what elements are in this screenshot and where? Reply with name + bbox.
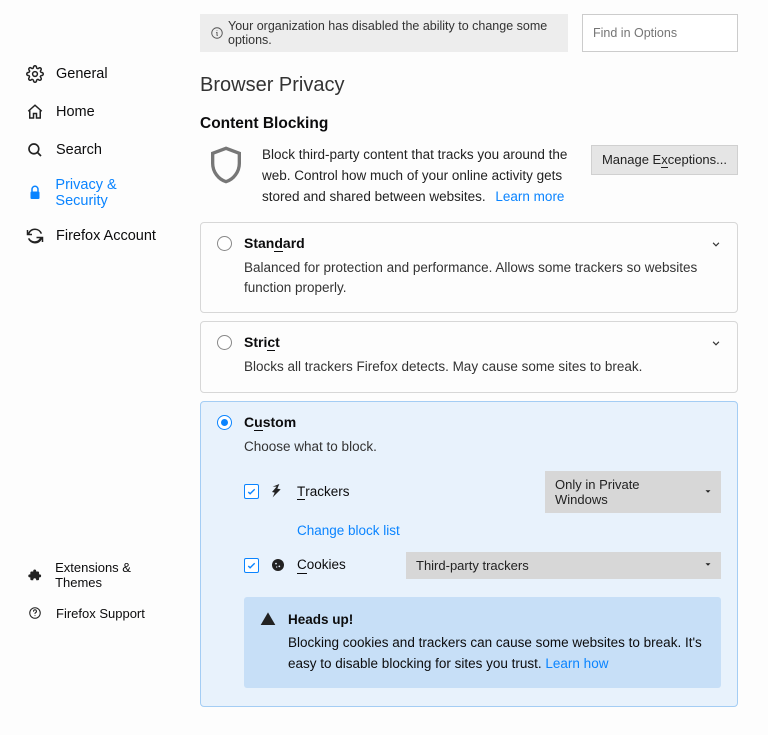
sidebar-footer: Extensions & Themes Firefox Support — [6, 554, 186, 630]
chevron-down-icon — [703, 484, 713, 499]
option-desc: Blocks all trackers Firefox detects. May… — [244, 357, 721, 377]
option-title: Strict — [244, 334, 280, 351]
learn-more-link[interactable]: Learn more — [495, 189, 564, 204]
sidebar-item-general[interactable]: General — [6, 55, 180, 93]
sidebar-item-label: Home — [56, 104, 95, 120]
sidebar-item-label: Privacy & Security — [55, 177, 170, 209]
change-block-list-link[interactable]: Change block list — [297, 523, 400, 538]
search-icon — [24, 139, 46, 161]
radio-standard[interactable] — [217, 236, 232, 251]
option-strict[interactable]: Strict Blocks all trackers Firefox detec… — [200, 321, 738, 392]
manage-exceptions-button[interactable]: Manage Exceptions... — [591, 145, 738, 175]
chevron-down-icon — [703, 558, 713, 573]
warning-icon — [260, 611, 276, 630]
notice-text: Your organization has disabled the abili… — [228, 19, 558, 47]
gear-icon — [24, 63, 46, 85]
radio-strict[interactable] — [217, 335, 232, 350]
sidebar-item-support[interactable]: Firefox Support — [6, 596, 186, 630]
checkbox-trackers[interactable] — [244, 484, 259, 499]
headsup-text: Blocking cookies and trackers can cause … — [288, 635, 702, 671]
info-icon — [210, 26, 224, 40]
sync-icon — [24, 225, 46, 247]
option-title: Custom — [244, 414, 296, 431]
cookies-select[interactable]: Third-party trackers — [406, 552, 721, 579]
question-icon — [24, 602, 46, 624]
puzzle-icon — [24, 564, 45, 586]
sidebar-item-search[interactable]: Search — [6, 131, 180, 169]
checkbox-cookies[interactable] — [244, 558, 259, 573]
learn-how-link[interactable]: Learn how — [545, 656, 608, 671]
headsup-box: Heads up! Blocking cookies and trackers … — [244, 597, 721, 688]
section-title: Content Blocking — [200, 115, 738, 133]
main-content: Your organization has disabled the abili… — [180, 0, 768, 735]
policy-notice: Your organization has disabled the abili… — [200, 14, 568, 52]
headsup-title: Heads up! — [288, 610, 705, 631]
content-blocking-intro: Block third-party content that tracks yo… — [262, 145, 591, 208]
option-title: Standard — [244, 235, 305, 252]
chevron-down-icon — [709, 237, 723, 251]
sidebar-item-label: Firefox Support — [56, 606, 145, 621]
chevron-down-icon — [709, 336, 723, 350]
radio-custom[interactable] — [217, 415, 232, 430]
page-title: Browser Privacy — [200, 74, 738, 97]
sidebar-item-label: Firefox Account — [56, 228, 156, 244]
sidebar-item-extensions[interactable]: Extensions & Themes — [6, 554, 186, 596]
sidebar-item-label: General — [56, 66, 108, 82]
sidebar-item-privacy[interactable]: Privacy & Security — [6, 169, 180, 217]
home-icon — [24, 101, 46, 123]
lock-icon — [24, 182, 45, 204]
search-options[interactable] — [582, 14, 738, 52]
search-input[interactable] — [593, 26, 731, 40]
sidebar-item-home[interactable]: Home — [6, 93, 180, 131]
cookies-label: Cookies — [297, 557, 346, 574]
trackers-icon — [269, 484, 287, 500]
cookies-icon — [269, 557, 287, 573]
sidebar-item-account[interactable]: Firefox Account — [6, 217, 180, 255]
sidebar-item-label: Extensions & Themes — [55, 560, 176, 590]
option-desc: Choose what to block. — [244, 437, 721, 457]
trackers-select[interactable]: Only in Private Windows — [545, 471, 721, 513]
sidebar-item-label: Search — [56, 142, 102, 158]
option-desc: Balanced for protection and performance.… — [244, 258, 721, 299]
trackers-label: Trackers — [297, 484, 350, 501]
option-custom[interactable]: Custom Choose what to block. Trackers On… — [200, 401, 738, 707]
option-standard[interactable]: Standard Balanced for protection and per… — [200, 222, 738, 314]
shield-icon — [206, 145, 246, 185]
preferences-sidebar: General Home Search Privacy & Security F… — [0, 0, 180, 735]
